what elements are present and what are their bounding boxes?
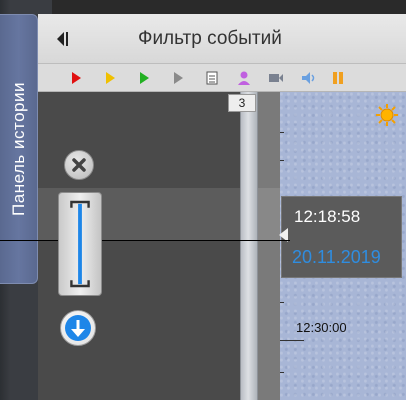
clear-button[interactable] bbox=[64, 150, 94, 180]
timeline-tick bbox=[280, 132, 284, 133]
user-icon[interactable] bbox=[236, 70, 252, 86]
play-yellow-icon[interactable] bbox=[102, 70, 118, 86]
select-interval-button[interactable] bbox=[58, 192, 102, 296]
time-cursor-line bbox=[0, 240, 290, 241]
arrow-down-icon bbox=[65, 315, 91, 341]
history-panel-tab[interactable]: Панель истории bbox=[0, 14, 38, 284]
timeline-scale-label: 12:30:00 bbox=[296, 320, 347, 335]
pause-orange-icon[interactable] bbox=[330, 70, 346, 86]
play-gray-icon[interactable] bbox=[170, 70, 186, 86]
scroll-down-button[interactable] bbox=[60, 310, 96, 346]
tooltip-date: 20.11.2019 bbox=[292, 247, 381, 267]
play-green-icon[interactable] bbox=[136, 70, 152, 86]
header-title: Фильтр событий bbox=[138, 28, 282, 49]
collapse-left-icon[interactable] bbox=[54, 31, 70, 47]
timeline-gutter bbox=[258, 92, 280, 400]
event-count-badge: 3 bbox=[228, 94, 256, 112]
speaker-icon[interactable] bbox=[300, 70, 316, 86]
timeline-tick bbox=[280, 372, 284, 373]
interval-bracket-icon bbox=[70, 200, 90, 288]
play-red-icon[interactable] bbox=[68, 70, 84, 86]
timeline-tick bbox=[280, 160, 284, 161]
timeline-tick bbox=[280, 302, 284, 303]
tooltip-time: 12:18:58 bbox=[294, 207, 361, 226]
close-icon bbox=[72, 158, 86, 172]
event-filter-toolbar bbox=[38, 64, 406, 92]
document-icon[interactable] bbox=[204, 70, 220, 86]
camera-icon[interactable] bbox=[268, 70, 284, 86]
filter-header: Фильтр событий bbox=[38, 14, 406, 64]
history-panel-tab-label: Панель истории bbox=[8, 82, 28, 216]
timeline-tick-major bbox=[280, 340, 304, 341]
timeline-scrollbar[interactable] bbox=[240, 92, 258, 400]
sun-icon bbox=[376, 104, 398, 126]
timeline-gutter-highlight bbox=[258, 188, 280, 240]
